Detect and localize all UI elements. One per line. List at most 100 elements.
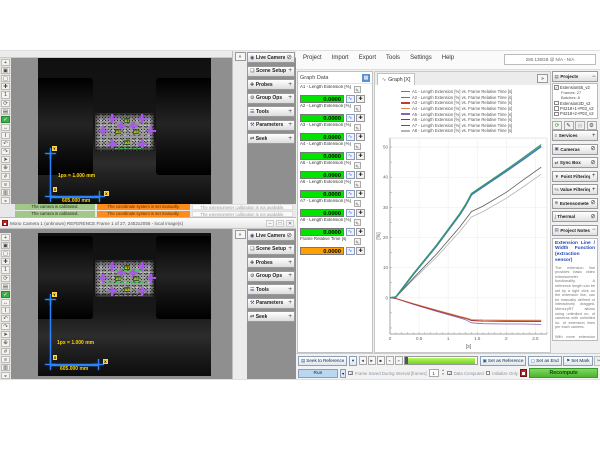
edit-icon[interactable]: ✎ [354, 219, 362, 227]
open-folder-button[interactable]: ▤ [575, 121, 585, 130]
section-thermal[interactable]: ∫Thermal⊘ [552, 211, 598, 222]
menu-export[interactable]: Export [359, 55, 376, 61]
measurement-point-cross[interactable] [99, 126, 108, 135]
one-to-one-icon[interactable]: 1 [1, 91, 10, 98]
accordion-item-parameters[interactable]: ⚒Parameters+ [247, 298, 295, 309]
accordion-item-probes[interactable]: ✚Probes+ [247, 257, 295, 268]
expand-icon[interactable]: + [288, 68, 292, 74]
section-services[interactable]: ≡Services+ [552, 130, 598, 141]
camera-image-viewport[interactable]: A7A5A6A8 Y 0 X 1px = 1.000 mm 605.000 mm [38, 58, 211, 204]
edit-icon[interactable]: ✎ [354, 162, 362, 170]
expand-icon[interactable]: + [288, 314, 292, 320]
seek-to-reference-button[interactable]: ▤ Seek to Reference [298, 356, 347, 366]
expand-icon[interactable]: + [288, 136, 292, 142]
one-to-one-icon[interactable]: 1 [1, 266, 10, 273]
project-checkbox[interactable] [554, 106, 559, 111]
select-region-icon[interactable]: ▣ [1, 67, 10, 74]
tab-graph[interactable]: ∿ Graph [X] [377, 73, 415, 85]
pan-icon[interactable]: ✚ [1, 83, 10, 90]
interval-spinner-arrows[interactable]: ▲▼ [441, 369, 446, 377]
project-item-extension3d-v2[interactable]: Extension3D_v2 [554, 100, 596, 105]
rotate-icon[interactable]: ⟳ [1, 100, 10, 107]
menu-settings[interactable]: Settings [410, 55, 432, 61]
section-cameras[interactable]: ▣Cameras⊘ [552, 144, 598, 155]
pointer-icon[interactable]: ➤ [1, 331, 10, 338]
settings-button[interactable]: ⚙ [587, 121, 597, 130]
expand-icon[interactable]: + [288, 95, 292, 101]
stop-button[interactable]: ■ [377, 356, 385, 365]
calibrated-icon[interactable]: ✓ [1, 116, 10, 123]
timeline-handle[interactable] [405, 357, 408, 364]
accordion-item-tools[interactable]: ☰Tools+ [247, 106, 295, 117]
interval-checkbox[interactable]: ✓ [348, 371, 353, 376]
data-computed-checkbox[interactable]: ✓ [447, 371, 452, 376]
edit-icon[interactable]: ✎ [354, 200, 362, 208]
expand-icon[interactable]: + [288, 260, 292, 266]
record-button[interactable] [520, 369, 527, 377]
expand-icon[interactable]: + [288, 273, 292, 279]
measure-icon[interactable]: ↔ [1, 299, 10, 306]
section-action-icon[interactable]: ⊘ [590, 200, 595, 206]
measurement-point-cross[interactable] [99, 274, 108, 283]
zoom-fit-icon[interactable]: ▢ [1, 250, 10, 257]
edit-icon[interactable]: ✎ [354, 86, 362, 94]
edit-icon[interactable]: ✎ [354, 105, 362, 113]
plot-toggle-icon[interactable]: ∿ [346, 247, 355, 255]
plot-toggle-icon[interactable]: ∿ [346, 190, 355, 198]
recompute-button[interactable]: Recompute [529, 368, 598, 378]
annotate-icon[interactable]: I [1, 132, 10, 139]
live-camera-header[interactable]: ◉ Live Camera ⊘ [247, 52, 295, 63]
measurement-point-cross[interactable] [138, 262, 147, 271]
menu-tools[interactable]: Tools [386, 55, 400, 61]
expand-icon[interactable]: + [288, 300, 292, 306]
layers-icon[interactable]: ≡ [1, 181, 10, 188]
accordion-item-group-ops[interactable]: ⚙Group Ops+ [247, 271, 295, 282]
collapse-projects-icon[interactable]: − [592, 74, 596, 80]
measurement-point-cross[interactable] [138, 114, 147, 123]
menu-project[interactable]: Project [303, 55, 322, 61]
accordion-item-seek[interactable]: ⇄Seek+ [247, 133, 295, 144]
expand-icon[interactable]: + [288, 287, 292, 293]
edit-button[interactable]: ✎ [564, 121, 574, 130]
edit-icon[interactable]: ✎ [354, 143, 362, 151]
set-as-end-button[interactable]: ▢ Set as End [528, 356, 562, 366]
calibrated-icon[interactable]: ✓ [1, 291, 10, 298]
measurement-point-cross[interactable] [138, 139, 147, 148]
tool-icon[interactable]: ✚ [356, 190, 365, 198]
export-view-icon[interactable]: ◒ [1, 197, 10, 204]
set-mark-button[interactable]: ⚑ Set Mark [563, 356, 592, 366]
pan-icon[interactable]: ✚ [1, 258, 10, 265]
plot-toggle-icon[interactable]: ∿ [346, 228, 355, 236]
timeline-slider[interactable] [404, 356, 478, 365]
export-view-icon[interactable]: ◒ [1, 372, 10, 379]
plot-toggle-icon[interactable]: ∿ [346, 209, 355, 217]
graph-data-options-icon[interactable]: ▦ [362, 74, 370, 82]
accordion-item-scene-setup[interactable]: ❏Scene Setup+ [247, 66, 295, 77]
camera-image-viewport-2[interactable]: A7A5A6A8 Y 0 X 1px = 1.000 mm 605.000 mm [38, 233, 211, 376]
section-point-filtering[interactable]: ▼Point Filtering+ [552, 171, 598, 182]
section-sync-box[interactable]: ⇄Sync Box⊘ [552, 157, 598, 168]
section-project-notes[interactable]: ▤Project Notes− [552, 225, 598, 236]
section-action-icon[interactable]: + [592, 133, 596, 139]
go-start-button[interactable]: « [386, 356, 394, 365]
go-end-button[interactable]: » [395, 356, 403, 365]
image-icon[interactable]: ▤ [1, 283, 10, 290]
edit-icon[interactable]: ✎ [354, 124, 362, 132]
add-icon[interactable]: + [1, 234, 10, 241]
zoom-fit-icon[interactable]: ▢ [1, 75, 10, 82]
close-button[interactable]: ✕ [286, 220, 294, 227]
project-checkbox[interactable] [554, 112, 559, 117]
project-item-p4218-2-p03-v2[interactable]: P4218+2+P03_v2 [554, 111, 596, 116]
project-checkbox[interactable] [554, 101, 559, 106]
initialize-only-checkbox[interactable] [486, 371, 491, 376]
plot-toggle-icon[interactable]: ∿ [346, 171, 355, 179]
strip-frames-button[interactable]: ✂ Strip Frames [594, 356, 600, 366]
minimize-button[interactable]: – [266, 220, 274, 227]
collapse-panel-button[interactable]: » [235, 52, 246, 61]
tool-icon[interactable]: ✚ [356, 209, 365, 217]
target-icon[interactable]: ⊕ [1, 339, 10, 346]
accordion-item-parameters[interactable]: ⚒Parameters+ [247, 120, 295, 131]
expand-icon[interactable]: + [288, 122, 292, 128]
run-mode-select[interactable]: Run [298, 369, 338, 378]
set-as-reference-button[interactable]: ▣ Set as Reference [480, 356, 527, 366]
